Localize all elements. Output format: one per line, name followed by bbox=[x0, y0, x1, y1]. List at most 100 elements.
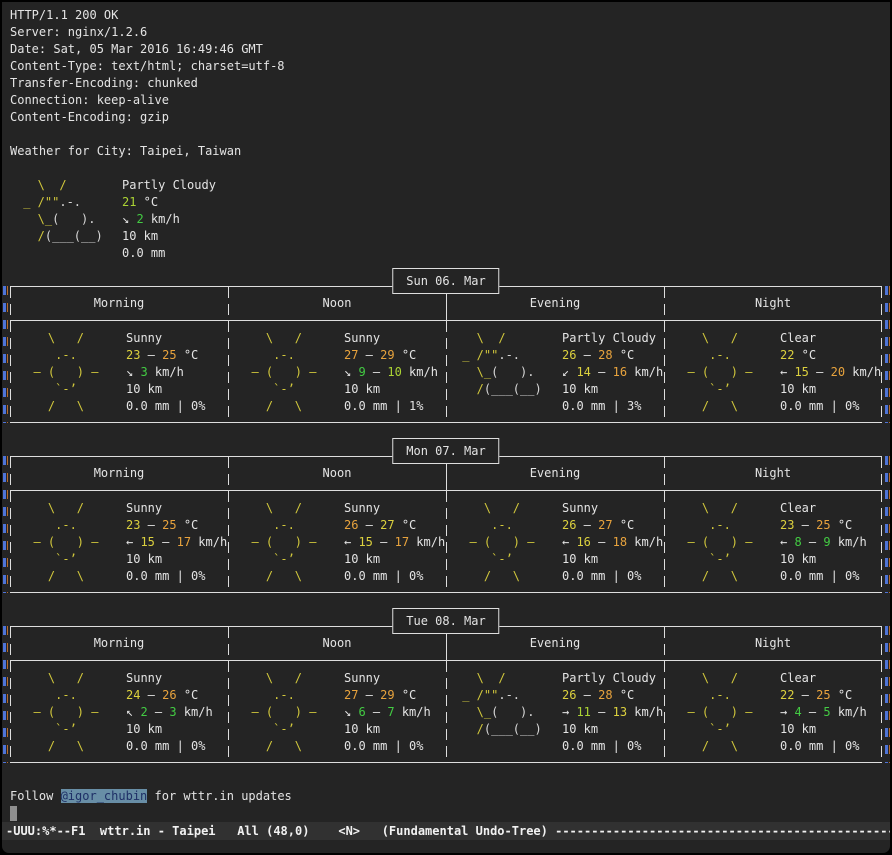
ascii-art-line: / \ bbox=[237, 568, 334, 585]
twitter-handle-link[interactable]: @igor_chubin bbox=[61, 789, 148, 803]
ascii-art-line bbox=[455, 738, 552, 755]
visibility-value: 10 km bbox=[126, 382, 162, 396]
art-sun-part: .-. bbox=[237, 518, 295, 532]
art-sun-part: \ / bbox=[19, 671, 84, 685]
sunny-icon: \ / .-. – ( ) – `-’ / \ bbox=[19, 330, 116, 415]
art-sun-part: .-. bbox=[19, 348, 77, 362]
date-box-tick bbox=[446, 464, 447, 491]
ascii-art-line: / \ bbox=[237, 398, 334, 415]
temp-dash: – bbox=[576, 348, 598, 362]
art-sun-part: .-. bbox=[673, 518, 731, 532]
date-label: Mon 07. Mar bbox=[406, 444, 485, 458]
ascii-art-line: \ / bbox=[673, 500, 770, 517]
condition-text: Sunny bbox=[562, 501, 598, 515]
condition-text: Sunny bbox=[344, 331, 380, 345]
temp-low: 21 bbox=[122, 195, 136, 209]
ascii-art-line: – ( ) – bbox=[19, 534, 116, 551]
temp-high: 28 bbox=[598, 688, 612, 702]
wind-unit: km/h bbox=[144, 212, 180, 226]
modeline-position: All (48,0) bbox=[216, 824, 339, 838]
wind-low: 16 bbox=[576, 535, 590, 549]
day-section: Mon 07. Mar MorningNoonEveningNight \ / … bbox=[10, 438, 882, 593]
condition-label: Sunny bbox=[344, 670, 431, 687]
precipitation-line: 0.0 mm | 0% bbox=[562, 568, 663, 585]
condition-label: Clear bbox=[780, 500, 867, 517]
wind-unit: km/h bbox=[627, 365, 663, 379]
temp-high: 29 bbox=[380, 348, 394, 362]
ascii-art-line: .-. bbox=[237, 517, 334, 534]
art-sun-part: / bbox=[455, 382, 484, 396]
visibility-value: 10 km bbox=[344, 552, 380, 566]
table-border bbox=[228, 627, 229, 762]
forecast-info: Clear 22 – 25 °C → 4 – 5 km/h 10 km 0.0 … bbox=[780, 670, 867, 755]
art-sun-part: _ /"" bbox=[16, 195, 59, 209]
fringe-truncation-indicator bbox=[7, 626, 8, 763]
sunny-icon: \ / .-. – ( ) – `-’ / \ bbox=[19, 670, 116, 755]
forecast-info: Partly Cloudy 26 – 28 °C → 11 – 13 km/h … bbox=[562, 670, 663, 755]
art-cloud-part: (___(__) bbox=[484, 722, 542, 736]
wind-direction-arrow: ↘ bbox=[126, 365, 140, 379]
forecast-cell: \ / _ /"".-. \_( ). /(___(__) Partly Clo… bbox=[446, 330, 664, 415]
wind-unit: km/h bbox=[831, 535, 867, 549]
ascii-art-line: `-’ bbox=[673, 381, 770, 398]
forecast-cell: \ / .-. – ( ) – `-’ / \ Sunny 24 – 26 °C… bbox=[10, 670, 228, 755]
condition-label: Sunny bbox=[126, 330, 205, 347]
temp-low: 26 bbox=[562, 518, 576, 532]
art-sun-part: / bbox=[455, 722, 484, 736]
table-border bbox=[446, 491, 447, 592]
condition-text: Sunny bbox=[126, 331, 162, 345]
precip-value: 0.0 mm bbox=[122, 246, 165, 260]
follow-suffix: for wttr.in updates bbox=[147, 789, 292, 803]
precipitation-line: 0.0 mm | 0% bbox=[126, 568, 227, 585]
art-sun-part: .-. bbox=[237, 348, 295, 362]
art-sun-part: `-’ bbox=[455, 552, 513, 566]
temperature-line: 27 – 29 °C bbox=[344, 687, 431, 704]
ascii-art-line: – ( ) – bbox=[237, 364, 334, 381]
temperature-line: 27 – 29 °C bbox=[344, 347, 438, 364]
forecast-info: Partly Cloudy 26 – 28 °C ↙ 14 – 16 km/h … bbox=[562, 330, 663, 415]
art-sun-part: \_ bbox=[455, 365, 491, 379]
wind-direction-arrow: ↙ bbox=[562, 365, 576, 379]
ascii-art-line: `-’ bbox=[19, 721, 116, 738]
art-sun-part: `-’ bbox=[237, 722, 295, 736]
wind-unit: km/h bbox=[148, 365, 184, 379]
precipitation-line: 0.0 mm | 0% bbox=[780, 398, 881, 415]
date-box: Sun 06. Mar bbox=[392, 268, 499, 294]
temp-unit: °C bbox=[177, 688, 199, 702]
temp-unit: °C bbox=[794, 348, 816, 362]
table-border bbox=[664, 457, 665, 592]
art-sun-part: / \ bbox=[19, 399, 84, 413]
art-cloud-part: ( ). bbox=[491, 705, 534, 719]
precip-value: 0.0 mm | 0% bbox=[562, 569, 641, 583]
forecast-info: Clear 23 – 25 °C ← 8 – 9 km/h 10 km 0.0 … bbox=[780, 500, 867, 585]
fringe-truncation-indicator bbox=[3, 626, 6, 763]
art-sun-part: \ / bbox=[673, 331, 738, 345]
art-sun-part: .-. bbox=[673, 348, 731, 362]
condition-text: Partly Cloudy bbox=[562, 331, 656, 345]
temp-low: 26 bbox=[562, 688, 576, 702]
visibility-value: 10 km bbox=[562, 552, 598, 566]
emacs-modeline[interactable]: -UUU:%*--F1 wttr.in - Taipei All (48,0) … bbox=[2, 822, 890, 840]
temperature-line: 22 – 25 °C bbox=[780, 687, 867, 704]
sunny-icon: \ / .-. – ( ) – `-’ / \ bbox=[19, 500, 116, 585]
visibility-line: 10 km bbox=[344, 721, 431, 738]
wind-line: ↙ 14 – 16 km/h bbox=[562, 364, 663, 381]
temp-low: 27 bbox=[344, 688, 358, 702]
wind-direction-arrow: ← bbox=[126, 535, 140, 549]
date-box-tick bbox=[446, 294, 447, 321]
wind-direction-arrow: → bbox=[780, 705, 794, 719]
art-sun-part: – ( ) – bbox=[19, 535, 98, 549]
precip-value: 0.0 mm | 0% bbox=[780, 399, 859, 413]
wind-direction-arrow: ↖ bbox=[126, 705, 140, 719]
wind-unit: km/h bbox=[409, 535, 445, 549]
condition-label: Clear bbox=[780, 670, 867, 687]
condition-label: Sunny bbox=[344, 500, 445, 517]
condition-text: Sunny bbox=[344, 671, 380, 685]
condition-text: Sunny bbox=[126, 671, 162, 685]
forecast-cell: \ / .-. – ( ) – `-’ / \ Sunny 23 – 25 °C… bbox=[10, 330, 228, 415]
ascii-art-line: \ / bbox=[455, 330, 552, 347]
forecast-info: Sunny 27 – 29 °C ↘ 6 – 7 km/h 10 km 0.0 … bbox=[344, 670, 431, 755]
condition-label: Partly Cloudy bbox=[562, 330, 663, 347]
visibility-value: 10 km bbox=[780, 722, 816, 736]
terminal-window: HTTP/1.1 200 OKServer: nginx/1.2.6Date: … bbox=[2, 2, 890, 853]
